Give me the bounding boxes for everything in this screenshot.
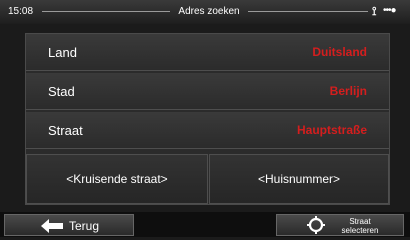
city-label: Stad xyxy=(48,84,75,99)
arrow-left-icon xyxy=(41,219,63,233)
clock: 15:08 xyxy=(8,6,34,17)
country-row[interactable]: Land Duitsland xyxy=(26,34,389,71)
crosshair-icon xyxy=(307,216,325,234)
address-form: Land Duitsland Stad Berlijn Straat Haupt… xyxy=(25,33,390,205)
city-value: Berlijn xyxy=(329,84,367,98)
bottom-toolbar: Terug Straat selecteren xyxy=(0,212,410,237)
status-bar: 15:08 Adres zoeken ⟟ •••● xyxy=(0,0,410,24)
back-button[interactable]: Terug xyxy=(4,214,134,236)
house-number-button[interactable]: <Huisnummer> xyxy=(209,154,389,204)
title-divider-right xyxy=(248,11,368,12)
city-row[interactable]: Stad Berlijn xyxy=(26,73,389,110)
country-value: Duitsland xyxy=(312,45,367,59)
cross-street-button[interactable]: <Kruisende straat> xyxy=(26,154,208,204)
back-label: Terug xyxy=(69,219,100,233)
street-label: Straat xyxy=(48,123,83,138)
satellite-icon: ⟟ xyxy=(372,4,377,18)
screen-title: Adres zoeken xyxy=(178,6,240,17)
select-street-label: Straat selecteren xyxy=(341,217,379,235)
street-row[interactable]: Straat Hauptstraße xyxy=(26,112,389,149)
country-label: Land xyxy=(48,45,77,60)
title-divider-left xyxy=(42,11,170,12)
signal-dots-icon: •••● xyxy=(383,5,397,16)
street-value: Hauptstraße xyxy=(296,123,367,137)
select-street-button[interactable]: Straat selecteren xyxy=(276,214,404,236)
optional-fields: <Kruisende straat> <Huisnummer> xyxy=(26,154,389,204)
